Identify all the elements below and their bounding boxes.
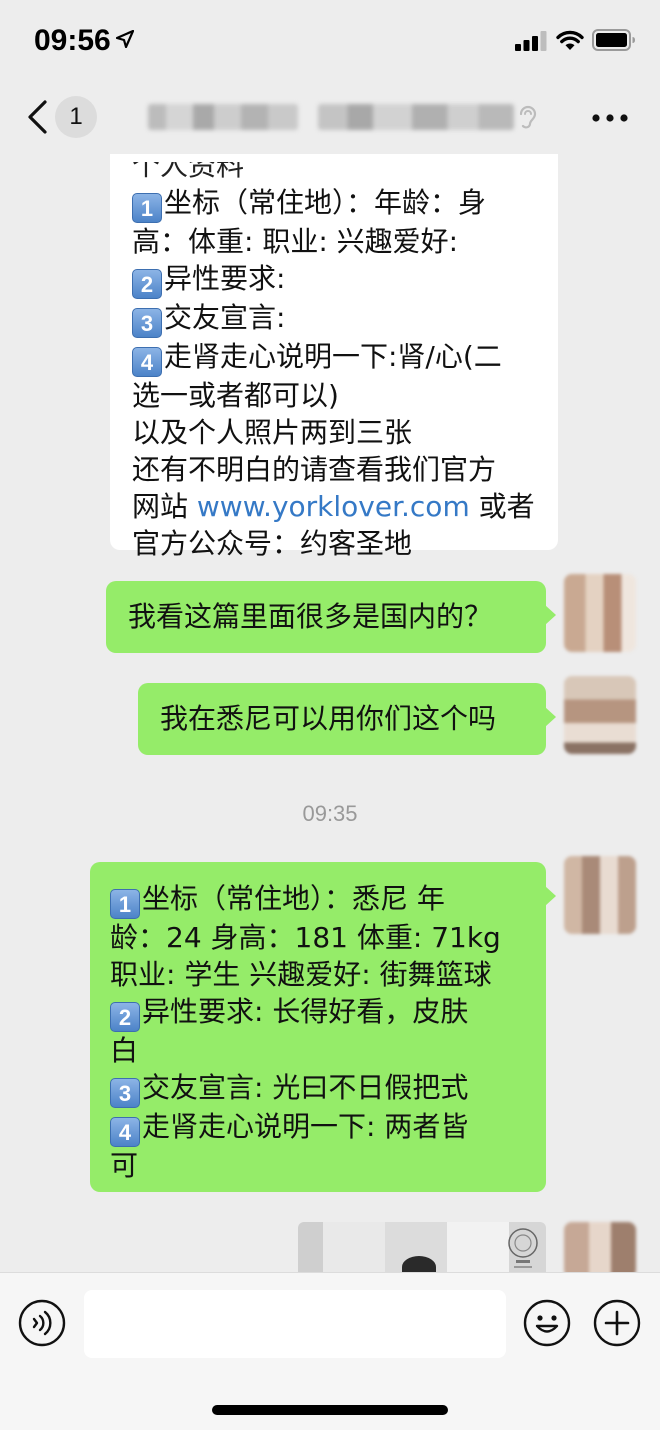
outgoing-message-bubble[interactable]: 1 坐标（常住地）：悉尼 年 龄：24 身高：181 体重: 71kg 职业: 学… xyxy=(90,862,556,1192)
signal-icon xyxy=(515,31,547,51)
message-text: 坐标（常住地）：悉尼 年 xyxy=(142,882,445,915)
message-input[interactable] xyxy=(84,1290,506,1358)
number-2-emoji-icon: 2 xyxy=(110,1002,140,1032)
avatar[interactable] xyxy=(564,1222,636,1272)
message-text: 异性要求: 长得好看，皮肤 xyxy=(142,995,469,1028)
incoming-message-bubble[interactable]: 个人资料 1 坐标（常住地）：年龄：身 高：体重: 职业: 兴趣爱好: 2 异性要求… xyxy=(110,154,558,560)
number-3-emoji-icon: 3 xyxy=(132,308,162,338)
message-timestamp: 09:35 xyxy=(302,801,358,826)
voice-icon[interactable] xyxy=(18,1299,66,1347)
message-text: 官方公众号：约客圣地 xyxy=(132,527,413,560)
more-icon[interactable] xyxy=(592,114,628,122)
image-message[interactable] xyxy=(298,1222,546,1272)
message-text: 网站 xyxy=(132,490,197,523)
message-text: 或者 xyxy=(469,490,535,523)
message-text: 异性要求: xyxy=(164,262,286,295)
emoji-icon[interactable] xyxy=(523,1299,571,1347)
avatar[interactable] xyxy=(564,676,636,754)
number-1-emoji-icon: 1 xyxy=(132,193,162,223)
message-text: 我看这篇里面很多是国内的？ xyxy=(128,600,493,633)
number-1-emoji-icon: 1 xyxy=(110,889,140,919)
avatar[interactable] xyxy=(564,574,636,652)
message-text: 白 xyxy=(110,1034,139,1067)
message-text: 交友宣言: 光曰不日假把式 xyxy=(142,1071,469,1104)
message-text: 坐标（常住地）：年龄：身 xyxy=(164,186,487,219)
message-text: 职业: 学生 兴趣爱好: 街舞篮球 xyxy=(110,958,492,991)
input-toolbar xyxy=(0,1272,660,1430)
message-text: 高：体重: 职业: 兴趣爱好: xyxy=(132,225,459,258)
outgoing-message-bubble[interactable]: 我在悉尼可以用你们这个吗 xyxy=(138,683,556,755)
message-text: 交友宣言: xyxy=(164,301,286,334)
chat-title-blurred xyxy=(148,104,298,130)
message-text: 我在悉尼可以用你们这个吗 xyxy=(160,702,497,735)
message-text: 走肾走心说明一下: 两者皆 xyxy=(142,1110,469,1143)
message-text: 以及个人照片两到三张 xyxy=(132,416,413,449)
image-content xyxy=(402,1256,436,1272)
battery-icon xyxy=(592,29,635,51)
back-chevron-icon[interactable] xyxy=(26,100,48,134)
website-link[interactable]: www.yorklover.com xyxy=(197,490,470,523)
home-indicator xyxy=(212,1405,448,1415)
status-bar: 09:56 xyxy=(0,0,660,82)
message-text: 还有不明白的请查看我们官方 xyxy=(132,453,497,486)
message-text: 可 xyxy=(110,1149,139,1182)
message-text: 龄：24 身高：181 体重: 71kg xyxy=(110,921,501,954)
status-time: 09:56 xyxy=(34,24,111,57)
ear-icon xyxy=(519,105,537,129)
location-arrow-icon xyxy=(116,30,134,48)
number-4-emoji-icon: 4 xyxy=(110,1117,140,1147)
message-text: 选一或者都可以) xyxy=(132,379,339,412)
chat-subtitle-blurred xyxy=(318,104,514,130)
chat-header: 1 xyxy=(0,82,660,154)
seal-icon xyxy=(508,1228,538,1268)
number-2-emoji-icon: 2 xyxy=(132,269,162,299)
message-text: 走肾走心说明一下:肾/心(二 xyxy=(164,340,502,373)
chat-message-list[interactable]: 个人资料 1 坐标（常住地）：年龄：身 高：体重: 职业: 兴趣爱好: 2 异性要求… xyxy=(0,154,660,1272)
unread-count-badge[interactable]: 1 xyxy=(55,96,97,138)
message-text: 个人资料 xyxy=(132,162,245,182)
number-3-emoji-icon: 3 xyxy=(110,1078,140,1108)
wifi-icon xyxy=(556,30,584,50)
plus-icon[interactable] xyxy=(593,1299,641,1347)
outgoing-message-bubble[interactable]: 我看这篇里面很多是国内的？ xyxy=(106,581,556,653)
number-4-emoji-icon: 4 xyxy=(132,347,162,377)
avatar[interactable] xyxy=(564,856,636,934)
